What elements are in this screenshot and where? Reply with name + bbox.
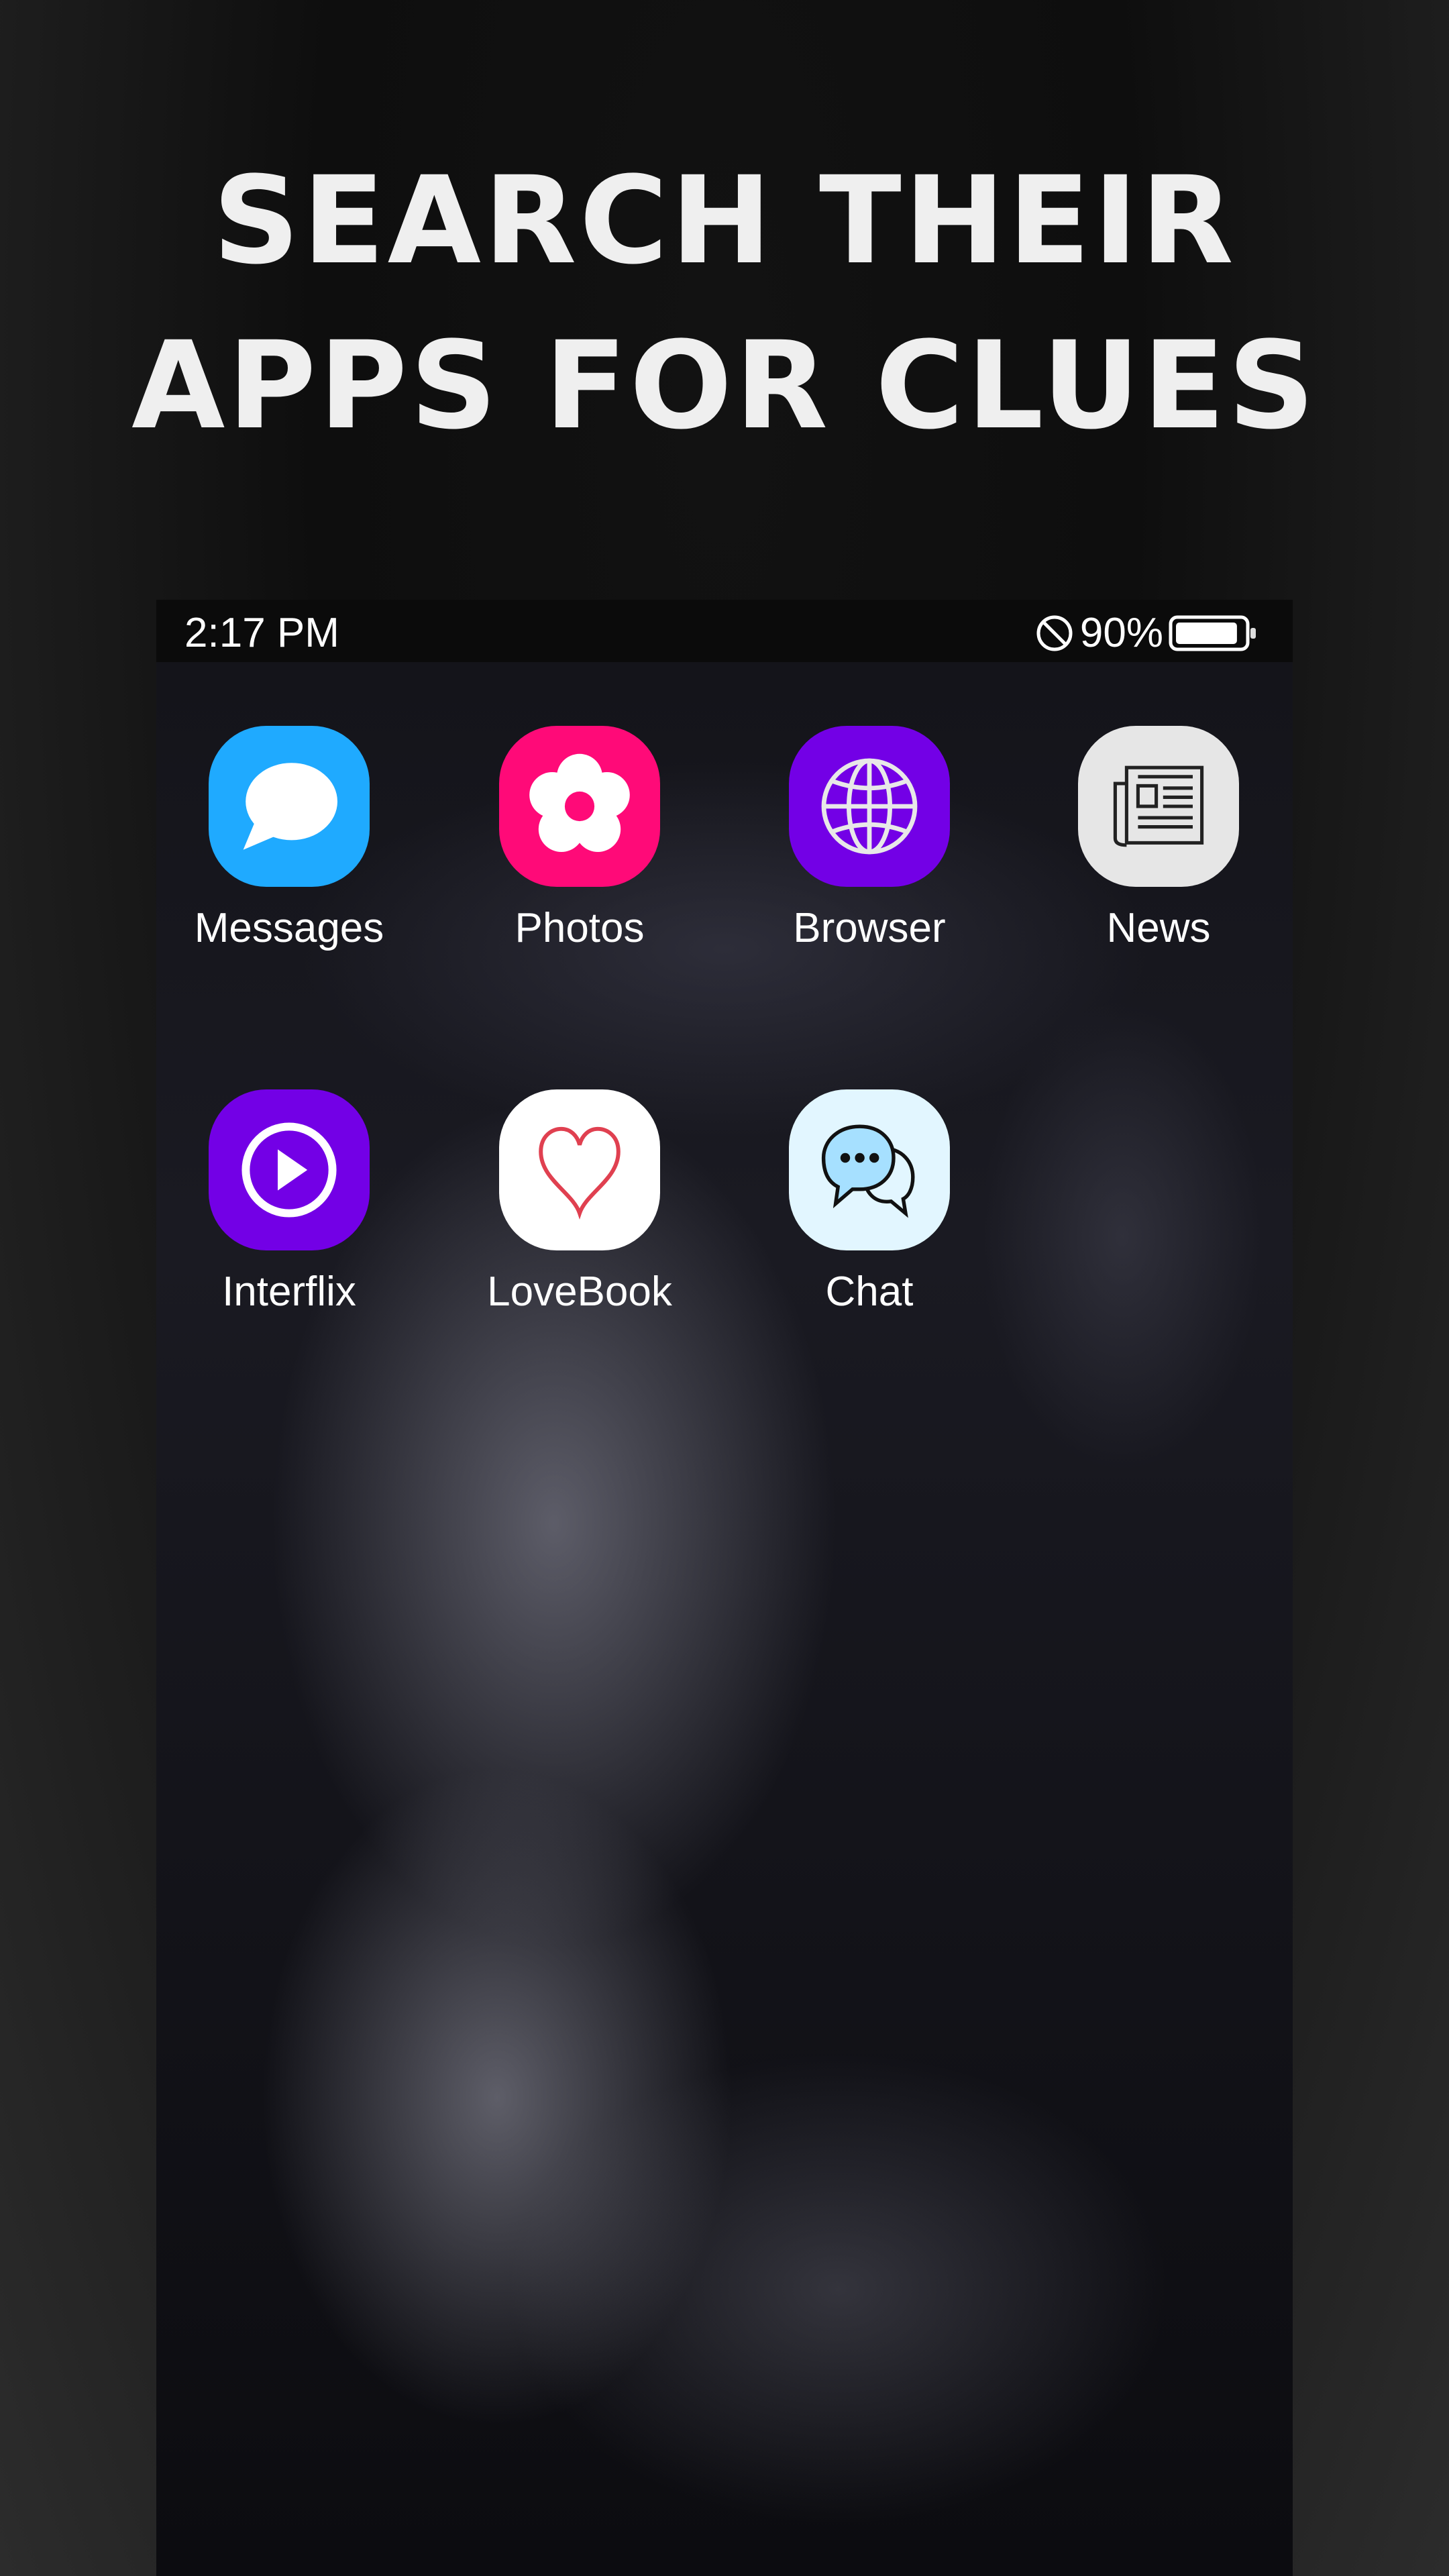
headline-line-2: APPS FOR CLUES: [131, 316, 1318, 456]
app-label: Browser: [793, 905, 946, 951]
headline-line-1: SEARCH THEIR: [213, 151, 1236, 291]
newspaper-icon: [1113, 765, 1204, 847]
app-label: Chat: [825, 1269, 914, 1315]
app-chat[interactable]: Chat: [749, 1089, 990, 1316]
battery-percent: 90%: [1079, 610, 1163, 656]
speech-bubble-icon: [243, 763, 337, 850]
app-news[interactable]: News: [1038, 726, 1279, 952]
app-photos[interactable]: Photos: [459, 726, 700, 952]
app-icon: [209, 1089, 370, 1250]
app-icon: [789, 726, 950, 887]
status-bar: 2:17 PM 90%: [156, 600, 1293, 662]
app-label: News: [1106, 905, 1211, 951]
status-time: 2:17 PM: [184, 610, 339, 656]
app-label: LoveBook: [487, 1269, 672, 1315]
globe-icon: [821, 758, 918, 855]
battery-icon: [1169, 615, 1256, 651]
app-label: Interflix: [222, 1269, 356, 1315]
phone-screen: 2:17 PM 90% Messages Photos Browser News…: [156, 600, 1293, 2576]
play-circle-icon: [241, 1122, 337, 1218]
app-messages[interactable]: Messages: [168, 726, 410, 952]
app-icon: [1078, 726, 1239, 887]
chat-bubbles-icon: [821, 1124, 915, 1218]
app-label: Messages: [194, 905, 384, 951]
app-lovebook[interactable]: LoveBook: [459, 1089, 700, 1316]
app-icon: [499, 1089, 660, 1250]
app-icon: [499, 726, 660, 887]
app-icon: [789, 1089, 950, 1250]
app-label: Photos: [515, 905, 645, 951]
app-icon: [209, 726, 370, 887]
flower-icon: [529, 753, 630, 852]
heart-icon: [539, 1126, 621, 1220]
do-not-disturb-icon: [1036, 615, 1073, 651]
app-browser[interactable]: Browser: [749, 726, 990, 952]
home-screen-wallpaper: Messages Photos Browser News Interflix L…: [156, 662, 1293, 2576]
app-interflix[interactable]: Interflix: [168, 1089, 410, 1316]
